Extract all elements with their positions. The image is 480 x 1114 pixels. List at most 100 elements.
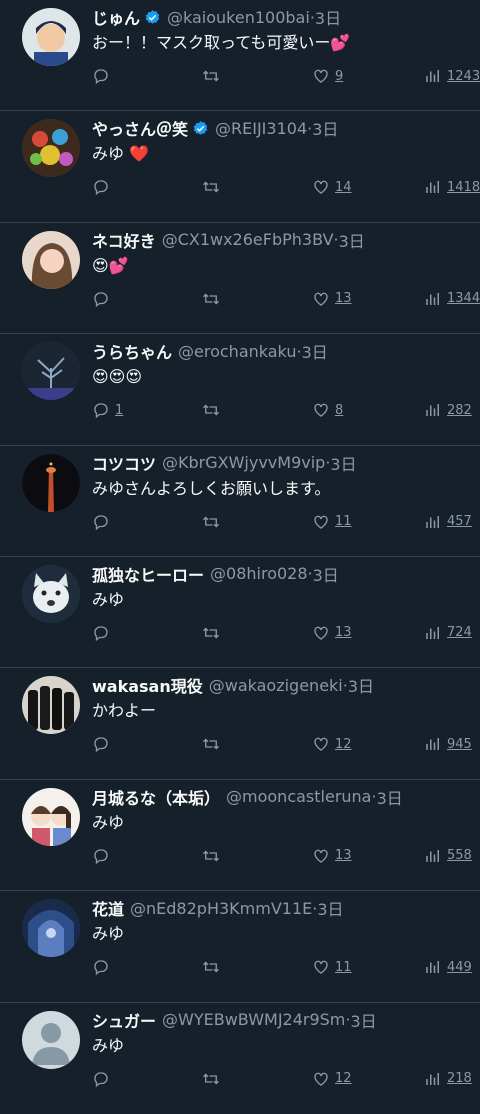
views-button[interactable]: 457 bbox=[424, 510, 472, 534]
views-button[interactable]: 1344 bbox=[424, 287, 480, 311]
display-name[interactable]: 孤独なヒーロー bbox=[92, 563, 204, 585]
user-handle[interactable]: @wakaozigeneki bbox=[209, 676, 343, 695]
reply-button[interactable] bbox=[92, 844, 115, 868]
like-count: 8 bbox=[335, 402, 344, 418]
views-button[interactable]: 945 bbox=[424, 732, 472, 756]
display-name[interactable]: ネコ好き bbox=[92, 229, 156, 251]
reply-icon bbox=[94, 69, 108, 85]
avatar[interactable] bbox=[22, 1010, 80, 1069]
display-name[interactable]: 月城るな（本垢） bbox=[92, 786, 220, 808]
retweet-button[interactable] bbox=[202, 398, 220, 422]
tweet[interactable]: 月城るな（本垢） @mooncastleruna · 3日 みゆ 13 558 bbox=[0, 780, 480, 892]
tweet[interactable]: うらちゃん @erochankaku · 3日 😍😍😍 1 8 282 bbox=[0, 334, 480, 446]
views-button[interactable]: 558 bbox=[424, 844, 472, 868]
reply-icon bbox=[94, 1071, 108, 1087]
reply-button[interactable] bbox=[92, 510, 115, 534]
avatar[interactable] bbox=[22, 564, 80, 623]
like-button[interactable]: 11 bbox=[312, 955, 352, 979]
like-button[interactable]: 14 bbox=[312, 175, 352, 199]
views-button[interactable]: 449 bbox=[424, 955, 472, 979]
avatar[interactable] bbox=[22, 676, 80, 735]
tweet[interactable]: ネコ好き @CX1wx26eFbPh3BV · 3日 😍💕 13 1344 bbox=[0, 223, 480, 335]
views-chart-icon bbox=[426, 626, 439, 639]
avatar[interactable] bbox=[22, 119, 80, 178]
views-chart-icon bbox=[426, 1072, 439, 1085]
reply-button[interactable] bbox=[92, 287, 115, 311]
timestamp[interactable]: 3日 bbox=[348, 674, 374, 696]
reply-button[interactable] bbox=[92, 732, 115, 756]
reply-button[interactable]: 1 bbox=[92, 398, 123, 422]
retweet-button[interactable] bbox=[202, 175, 220, 199]
like-button[interactable]: 12 bbox=[312, 1067, 352, 1091]
reply-button[interactable] bbox=[92, 64, 115, 88]
avatar[interactable] bbox=[22, 8, 80, 66]
timestamp[interactable]: 3日 bbox=[312, 117, 338, 139]
display-name[interactable]: シュガー bbox=[92, 1009, 156, 1031]
reply-feed: じゅん @kaiouken100bai · 3日 おー！！マスク取っても可愛いー… bbox=[0, 0, 480, 1114]
tweet[interactable]: wakasan現役 @wakaozigeneki · 3日 かわよー 12 94… bbox=[0, 668, 480, 780]
reply-button[interactable] bbox=[92, 175, 115, 199]
avatar[interactable] bbox=[22, 453, 80, 512]
user-handle[interactable]: @KbrGXWjyvvM9vip bbox=[162, 453, 325, 472]
retweet-button[interactable] bbox=[202, 621, 220, 645]
views-button[interactable]: 1418 bbox=[424, 175, 480, 199]
tweet[interactable]: シュガー @WYEBwBWMJ24r9Sm · 3日 みゆ 12 218 bbox=[0, 1003, 480, 1114]
timestamp[interactable]: 3日 bbox=[377, 786, 403, 808]
retweet-button[interactable] bbox=[202, 510, 220, 534]
tweet-header: うらちゃん @erochankaku · 3日 bbox=[92, 340, 470, 363]
display-name[interactable]: 花道 bbox=[92, 897, 124, 919]
reply-button[interactable] bbox=[92, 1067, 115, 1091]
display-name[interactable]: じゅん bbox=[92, 6, 140, 28]
views-button[interactable]: 218 bbox=[424, 1067, 472, 1091]
timestamp[interactable]: 3日 bbox=[339, 229, 365, 251]
timestamp[interactable]: 3日 bbox=[350, 1009, 376, 1031]
user-handle[interactable]: @kaiouken100bai bbox=[167, 8, 310, 27]
like-count: 13 bbox=[335, 291, 352, 307]
avatar[interactable] bbox=[22, 899, 80, 958]
retweet-button[interactable] bbox=[202, 732, 220, 756]
retweet-button[interactable] bbox=[202, 955, 220, 979]
user-handle[interactable]: @mooncastleruna bbox=[226, 787, 371, 806]
retweet-button[interactable] bbox=[202, 1067, 220, 1091]
display-name[interactable]: コツコツ bbox=[92, 452, 156, 474]
views-button[interactable]: 1243 bbox=[424, 64, 480, 88]
timestamp[interactable]: 3日 bbox=[315, 6, 341, 28]
user-handle[interactable]: @08hiro028 bbox=[210, 564, 308, 583]
timestamp[interactable]: 3日 bbox=[302, 340, 328, 362]
user-handle[interactable]: @REIJI3104 bbox=[215, 119, 307, 138]
timestamp[interactable]: 3日 bbox=[330, 452, 356, 474]
display-name[interactable]: うらちゃん bbox=[92, 340, 172, 362]
like-button[interactable]: 12 bbox=[312, 732, 352, 756]
user-handle[interactable]: @nEd82pH3KmmV11E bbox=[130, 899, 312, 918]
like-button[interactable]: 9 bbox=[312, 64, 343, 88]
timestamp[interactable]: 3日 bbox=[313, 563, 339, 585]
user-handle[interactable]: @CX1wx26eFbPh3BV bbox=[162, 230, 334, 249]
tweet[interactable]: じゅん @kaiouken100bai · 3日 おー！！マスク取っても可愛いー… bbox=[0, 0, 480, 112]
timestamp[interactable]: 3日 bbox=[317, 897, 343, 919]
retweet-icon bbox=[203, 627, 219, 639]
retweet-button[interactable] bbox=[202, 287, 220, 311]
reply-button[interactable] bbox=[92, 621, 115, 645]
views-button[interactable]: 282 bbox=[424, 398, 472, 422]
reply-button[interactable] bbox=[92, 955, 115, 979]
user-handle[interactable]: @erochankaku bbox=[178, 342, 296, 361]
tweet-text: 😍💕 bbox=[92, 255, 129, 275]
retweet-button[interactable] bbox=[202, 844, 220, 868]
like-button[interactable]: 13 bbox=[312, 621, 352, 645]
display-name[interactable]: wakasan現役 bbox=[92, 674, 203, 696]
avatar[interactable] bbox=[22, 230, 80, 289]
avatar[interactable] bbox=[22, 787, 80, 846]
tweet[interactable]: やっさん＠笑 @REIJI3104 · 3日 みゆ ❤️ 14 1418 bbox=[0, 111, 480, 223]
like-button[interactable]: 13 bbox=[312, 287, 352, 311]
like-button[interactable]: 8 bbox=[312, 398, 343, 422]
tweet[interactable]: 孤独なヒーロー @08hiro028 · 3日 みゆ 13 724 bbox=[0, 557, 480, 669]
tweet[interactable]: 花道 @nEd82pH3KmmV11E · 3日 みゆ 11 449 bbox=[0, 891, 480, 1003]
avatar[interactable] bbox=[22, 342, 80, 401]
user-handle[interactable]: @WYEBwBWMJ24r9Sm bbox=[162, 1010, 345, 1029]
like-button[interactable]: 13 bbox=[312, 844, 352, 868]
retweet-button[interactable] bbox=[202, 64, 220, 88]
like-button[interactable]: 11 bbox=[312, 510, 352, 534]
views-button[interactable]: 724 bbox=[424, 621, 472, 645]
display-name[interactable]: やっさん＠笑 bbox=[92, 117, 188, 139]
tweet[interactable]: コツコツ @KbrGXWjyvvM9vip · 3日 みゆさんよろしくお願いしま… bbox=[0, 446, 480, 557]
